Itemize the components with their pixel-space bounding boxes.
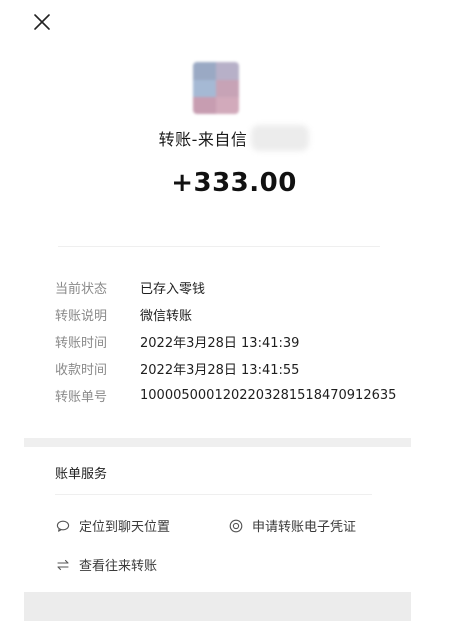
detail-value: 已存入零钱 bbox=[140, 282, 206, 297]
transfer-arrows-icon bbox=[55, 557, 71, 573]
apply-voucher-button[interactable]: 申请转账电子凭证 bbox=[228, 516, 356, 535]
detail-row-receive-time: 收款时间 2022年3月28日 13:41:55 bbox=[55, 355, 396, 382]
certificate-icon bbox=[228, 518, 244, 534]
locate-chat-button[interactable]: 定位到聊天位置 bbox=[55, 516, 170, 535]
locate-chat-label: 定位到聊天位置 bbox=[79, 520, 171, 535]
bottom-band bbox=[24, 592, 411, 621]
transfer-amount: +333.00 bbox=[171, 168, 297, 198]
apply-voucher-label: 申请转账电子凭证 bbox=[252, 520, 357, 535]
divider bbox=[55, 494, 372, 495]
detail-value: 2022年3月28日 13:41:39 bbox=[140, 336, 300, 351]
detail-label: 转账时间 bbox=[55, 336, 108, 351]
chat-bubble-icon bbox=[55, 518, 71, 534]
detail-value: 微信转账 bbox=[140, 309, 193, 324]
close-icon bbox=[34, 14, 50, 30]
detail-label: 当前状态 bbox=[55, 282, 108, 297]
detail-row-order-number: 转账单号 1000050001202203281518470912635 bbox=[55, 382, 396, 409]
services-title: 账单服务 bbox=[55, 467, 108, 482]
detail-label: 转账说明 bbox=[55, 309, 108, 324]
sender-name-redacted bbox=[251, 125, 310, 151]
detail-row-status: 当前状态 已存入零钱 bbox=[55, 274, 396, 301]
section-separator bbox=[24, 438, 411, 447]
avatar bbox=[193, 62, 239, 114]
view-transfers-button[interactable]: 查看往来转账 bbox=[55, 555, 157, 574]
detail-label: 转账单号 bbox=[55, 390, 108, 405]
divider bbox=[58, 246, 380, 247]
detail-value: 1000050001202203281518470912635 bbox=[140, 388, 397, 403]
view-transfers-label: 查看往来转账 bbox=[79, 559, 158, 574]
detail-row-note: 转账说明 微信转账 bbox=[55, 301, 396, 328]
detail-row-transfer-time: 转账时间 2022年3月28日 13:41:39 bbox=[55, 328, 396, 355]
close-button[interactable] bbox=[30, 10, 54, 34]
transfer-details: 当前状态 已存入零钱 转账说明 微信转账 转账时间 2022年3月28日 13:… bbox=[55, 274, 396, 409]
detail-value: 2022年3月28日 13:41:55 bbox=[140, 363, 300, 378]
detail-label: 收款时间 bbox=[55, 363, 108, 378]
transfer-title-row: 转账-来自信 bbox=[0, 124, 468, 152]
transfer-title: 转账-来自信 bbox=[158, 130, 248, 149]
